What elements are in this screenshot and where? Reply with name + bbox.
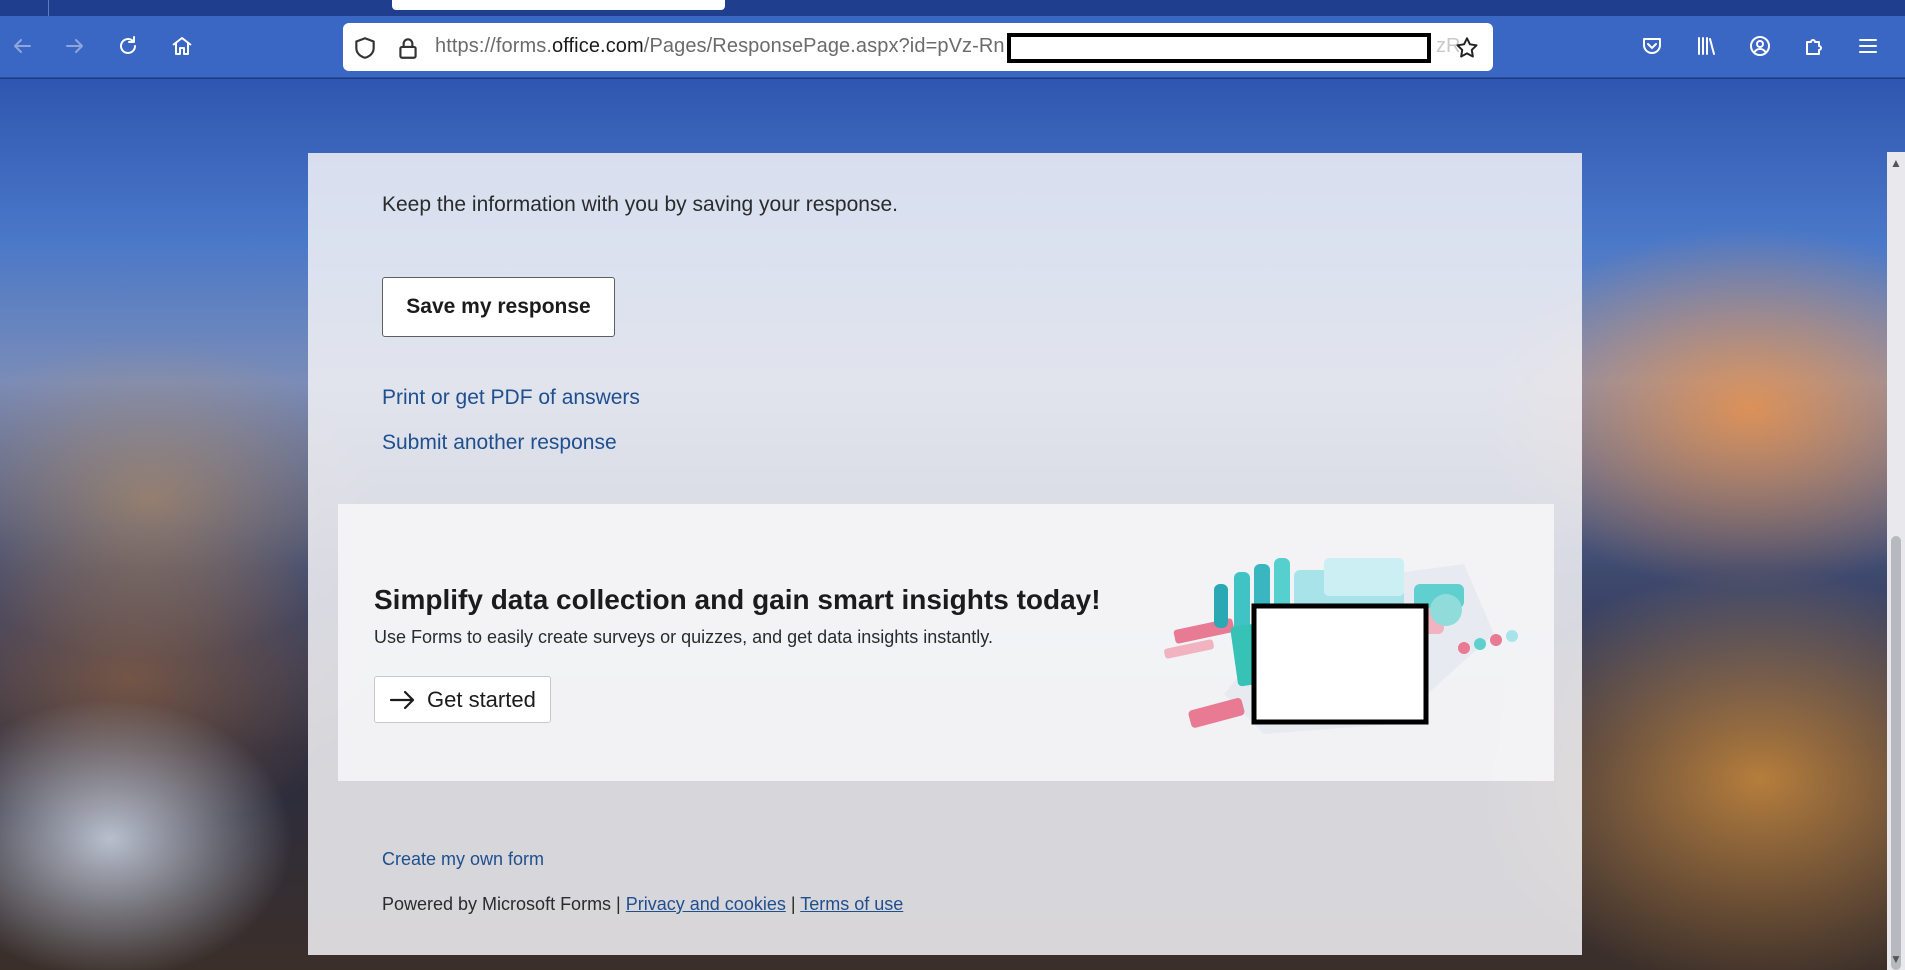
url-bar[interactable]: https://forms.office.com/Pages/ResponseP… bbox=[343, 23, 1493, 71]
vertical-scrollbar[interactable]: ▲ ▼ bbox=[1887, 152, 1905, 970]
get-started-label: Get started bbox=[427, 686, 536, 712]
powered-by-text: Powered by Microsoft Forms | bbox=[382, 894, 621, 914]
url-prefix: https://forms. bbox=[435, 35, 552, 57]
pocket-button[interactable] bbox=[1632, 26, 1672, 66]
navigation-toolbar: https://forms.office.com/Pages/ResponseP… bbox=[0, 16, 1905, 78]
lock-icon[interactable] bbox=[395, 35, 421, 61]
puzzle-icon bbox=[1806, 39, 1822, 55]
footer-text: Powered by Microsoft Forms | Privacy and… bbox=[382, 894, 903, 915]
forms-illustration-icon bbox=[1164, 558, 1518, 734]
tab-strip bbox=[0, 0, 1905, 16]
active-tab[interactable] bbox=[392, 0, 725, 10]
pocket-icon bbox=[1643, 38, 1661, 54]
save-response-button[interactable]: Save my response bbox=[382, 277, 615, 337]
promo-subtext: Use Forms to easily create surveys or qu… bbox=[374, 627, 993, 647]
save-hint-text: Keep the information with you by saving … bbox=[382, 193, 898, 216]
reload-icon bbox=[120, 36, 136, 54]
home-button[interactable] bbox=[162, 26, 202, 66]
url-text[interactable]: https://forms.office.com/Pages/ResponseP… bbox=[435, 35, 1005, 58]
extensions-button[interactable] bbox=[1794, 26, 1834, 66]
promo-banner: Simplify data collection and gain smart … bbox=[338, 504, 1554, 781]
arrow-right-icon bbox=[389, 690, 415, 709]
scroll-up-icon[interactable]: ▲ bbox=[1887, 154, 1905, 172]
star-icon[interactable] bbox=[1454, 35, 1480, 61]
terms-link[interactable]: Terms of use bbox=[800, 894, 903, 914]
scrollbar-thumb[interactable] bbox=[1891, 536, 1901, 970]
footer-separator: | bbox=[790, 894, 796, 914]
scroll-down-icon[interactable]: ▼ bbox=[1887, 950, 1905, 968]
account-button[interactable] bbox=[1740, 26, 1780, 66]
tab-separator bbox=[48, 0, 49, 16]
response-card: Keep the information with you by saving … bbox=[308, 153, 1582, 955]
illustration-redaction bbox=[1251, 603, 1429, 725]
forward-arrow-icon bbox=[66, 39, 83, 53]
home-icon bbox=[172, 37, 192, 55]
get-started-button[interactable]: Get started bbox=[374, 676, 551, 723]
forward-button[interactable] bbox=[55, 26, 95, 66]
url-path: /Pages/ResponsePage.aspx?id=pVz-Rn bbox=[643, 35, 1005, 57]
hamburger-menu-icon bbox=[1859, 39, 1877, 53]
print-pdf-link[interactable]: Print or get PDF of answers bbox=[382, 386, 640, 410]
back-button[interactable] bbox=[2, 26, 42, 66]
shield-icon[interactable] bbox=[352, 35, 378, 61]
url-host: office.com bbox=[552, 35, 644, 57]
promo-heading: Simplify data collection and gain smart … bbox=[374, 584, 1101, 615]
menu-button[interactable] bbox=[1848, 26, 1888, 66]
library-icon bbox=[1698, 37, 1715, 55]
privacy-link[interactable]: Privacy and cookies bbox=[626, 894, 786, 914]
library-button[interactable] bbox=[1686, 26, 1726, 66]
back-arrow-icon bbox=[14, 39, 31, 53]
account-icon bbox=[1750, 36, 1770, 56]
submit-another-link[interactable]: Submit another response bbox=[382, 431, 617, 455]
redaction-box bbox=[1007, 33, 1431, 63]
create-form-link[interactable]: Create my own form bbox=[382, 849, 544, 870]
reload-button[interactable] bbox=[108, 26, 148, 66]
